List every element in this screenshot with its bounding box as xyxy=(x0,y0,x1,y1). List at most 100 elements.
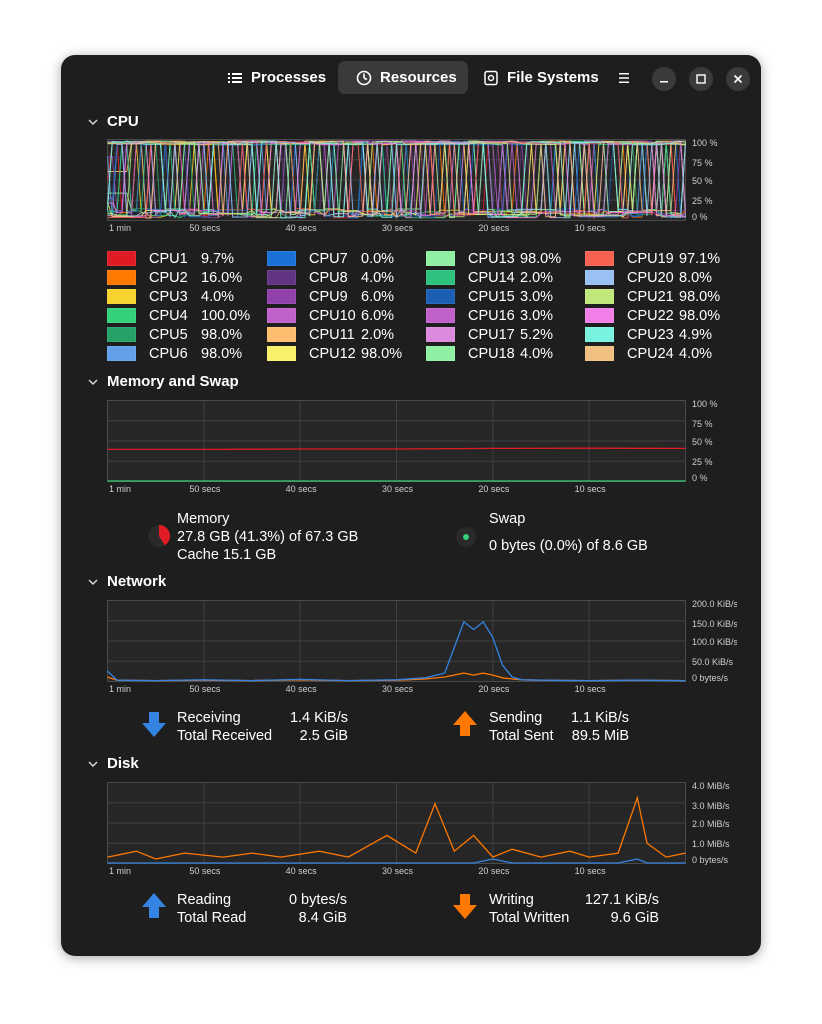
cpu-axis-label: 75 % xyxy=(692,158,713,168)
cpu-color-swatch[interactable] xyxy=(585,327,614,342)
cpu-usage-value: 4.0% xyxy=(679,345,713,362)
writing-value: 127.1 KiB/s xyxy=(584,892,659,908)
cpu-color-swatch[interactable] xyxy=(585,289,614,304)
reading-arrow-icon xyxy=(142,893,166,918)
cpu-color-swatch[interactable] xyxy=(107,308,136,323)
cpu-legend-item[interactable]: CPU8 4.0% xyxy=(267,268,394,287)
cpu-legend-item[interactable]: CPU4 100.0% xyxy=(107,306,250,325)
cpu-legend-item[interactable]: CPU21 98.0% xyxy=(585,287,720,306)
cpu-usage-value: 100.0% xyxy=(201,307,251,324)
memory-collapse-chevron-icon[interactable] xyxy=(87,376,99,388)
memory-history-graph: 1 min 50 secs 40 secs 30 secs 20 secs 10 secs… xyxy=(107,400,718,494)
sending-value: 1.1 KiB/s xyxy=(570,710,629,726)
gauge-icon xyxy=(356,70,372,85)
cpu-color-swatch[interactable] xyxy=(426,308,455,323)
mem-time-tick: 40 secs xyxy=(286,484,318,494)
cpu-color-swatch[interactable] xyxy=(107,289,136,304)
cpu-color-swatch[interactable] xyxy=(267,270,296,285)
net-axis-label: 200.0 KiB/s xyxy=(692,600,737,609)
cpu-color-swatch[interactable] xyxy=(267,346,296,361)
cpu-color-swatch[interactable] xyxy=(267,308,296,323)
tab-file-systems[interactable]: File Systems xyxy=(483,61,603,94)
cpu-legend-item[interactable]: CPU9 6.0% xyxy=(267,287,394,306)
cpu-legend-item[interactable]: CPU11 2.0% xyxy=(267,325,394,344)
tab-processes[interactable]: Processes xyxy=(217,61,337,94)
swap-usage: 0 bytes (0.0%) of 8.6 GB xyxy=(489,538,648,554)
reading-label: Reading xyxy=(177,892,232,908)
sending-label: Sending xyxy=(489,710,543,726)
cpu-legend-item[interactable]: CPU20 8.0% xyxy=(585,268,712,287)
cpu-color-swatch[interactable] xyxy=(426,346,455,361)
receiving-label: Receiving xyxy=(177,710,241,726)
disk-time-tick: 20 secs xyxy=(478,866,510,876)
cpu-name: CPU4 xyxy=(149,307,188,324)
cpu-color-swatch[interactable] xyxy=(267,327,296,342)
cpu-legend-item[interactable]: CPU16 3.0% xyxy=(426,306,553,325)
cpu-name: CPU14 xyxy=(468,269,515,286)
cpu-collapse-chevron-icon[interactable] xyxy=(87,116,99,128)
cpu-legend-item[interactable]: CPU3 4.0% xyxy=(107,287,234,306)
cpu-name: CPU23 xyxy=(627,326,674,343)
cpu-name: CPU22 xyxy=(627,307,674,324)
cpu-color-swatch[interactable] xyxy=(426,289,455,304)
mem-axis-label: 50 % xyxy=(692,437,713,447)
cpu-legend-item[interactable]: CPU1 9.7% xyxy=(107,249,234,268)
menu-button[interactable] xyxy=(613,67,635,89)
cpu-color-swatch[interactable] xyxy=(426,327,455,342)
cpu-name: CPU8 xyxy=(309,269,348,286)
cpu-name: CPU2 xyxy=(149,269,188,286)
cpu-color-swatch[interactable] xyxy=(585,346,614,361)
cpu-usage-value: 6.0% xyxy=(361,307,395,324)
cpu-axis-label: 100 % xyxy=(692,139,718,148)
cpu-color-swatch[interactable] xyxy=(426,251,455,266)
total-read-label: Total Read xyxy=(177,910,247,926)
net-time-tick: 30 secs xyxy=(382,684,414,694)
cpu-color-swatch[interactable] xyxy=(107,327,136,342)
cpu-color-swatch[interactable] xyxy=(426,270,455,285)
maximize-button[interactable] xyxy=(689,67,713,91)
cpu-color-swatch[interactable] xyxy=(107,346,136,361)
cpu-legend-item[interactable]: CPU14 2.0% xyxy=(426,268,553,287)
disk-section-title[interactable]: Disk xyxy=(107,755,139,772)
cpu-usage-value: 8.0% xyxy=(679,269,713,286)
cpu-color-swatch[interactable] xyxy=(107,251,136,266)
cpu-legend-item[interactable]: CPU17 5.2% xyxy=(426,325,553,344)
receiving-values: 1.4 KiB/s 2.5 GiB xyxy=(277,709,348,745)
cpu-section-title[interactable]: CPU xyxy=(107,113,139,130)
cpu-usage-value: 2.0% xyxy=(361,326,395,343)
cpu-legend-item[interactable]: CPU12 98.0% xyxy=(267,344,402,363)
cpu-legend-item[interactable]: CPU18 4.0% xyxy=(426,344,553,363)
list-icon xyxy=(228,72,242,83)
disk-axis-label: 0 bytes/s xyxy=(692,855,729,865)
minimize-button[interactable] xyxy=(652,67,676,91)
cpu-color-swatch[interactable] xyxy=(267,251,296,266)
cpu-legend-item[interactable]: CPU10 6.0% xyxy=(267,306,394,325)
cpu-legend-item[interactable]: CPU19 97.1% xyxy=(585,249,720,268)
network-collapse-chevron-icon[interactable] xyxy=(87,576,99,588)
cpu-legend-item[interactable]: CPU13 98.0% xyxy=(426,249,561,268)
cpu-color-swatch[interactable] xyxy=(107,270,136,285)
total-written-label: Total Written xyxy=(489,910,570,926)
cpu-legend-item[interactable]: CPU24 4.0% xyxy=(585,344,712,363)
cpu-legend-item[interactable]: CPU15 3.0% xyxy=(426,287,553,306)
memory-section-title[interactable]: Memory and Swap xyxy=(107,373,239,390)
cpu-color-swatch[interactable] xyxy=(585,251,614,266)
tab-resources[interactable]: Resources xyxy=(338,61,468,94)
cpu-name: CPU15 xyxy=(468,288,515,305)
cpu-name: CPU13 xyxy=(468,250,515,267)
cpu-color-swatch[interactable] xyxy=(585,308,614,323)
cpu-color-swatch[interactable] xyxy=(585,270,614,285)
cpu-legend-item[interactable]: CPU7 0.0% xyxy=(267,249,394,268)
cpu-color-swatch[interactable] xyxy=(267,289,296,304)
cpu-usage-value: 98.0% xyxy=(361,345,403,362)
cpu-legend-item[interactable]: CPU22 98.0% xyxy=(585,306,720,325)
cpu-name: CPU18 xyxy=(468,345,515,362)
network-section-title[interactable]: Network xyxy=(107,573,166,590)
close-button[interactable] xyxy=(726,67,750,91)
disk-collapse-chevron-icon[interactable] xyxy=(87,758,99,770)
cpu-name: CPU7 xyxy=(309,250,348,267)
cpu-legend-item[interactable]: CPU23 4.9% xyxy=(585,325,712,344)
cpu-legend-item[interactable]: CPU6 98.0% xyxy=(107,344,242,363)
cpu-legend-item[interactable]: CPU5 98.0% xyxy=(107,325,242,344)
cpu-legend-item[interactable]: CPU2 16.0% xyxy=(107,268,242,287)
